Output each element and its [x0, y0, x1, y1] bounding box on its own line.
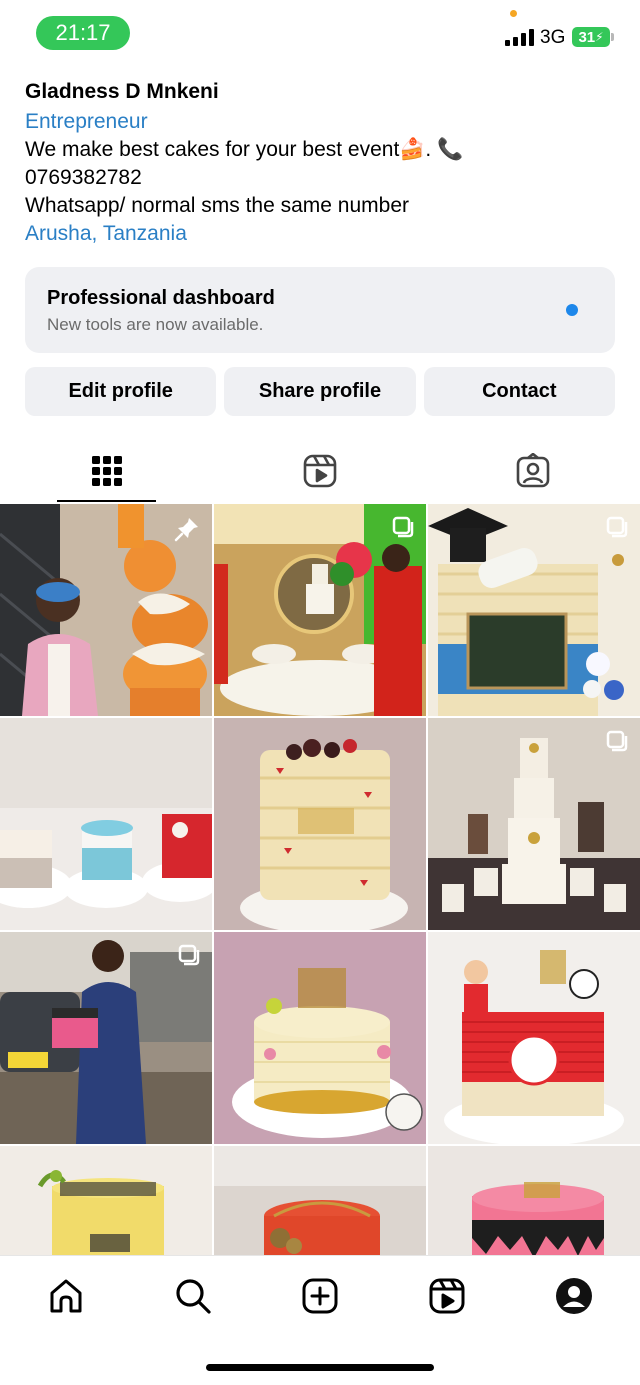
share-profile-button[interactable]: Share profile	[224, 367, 416, 416]
post-tile[interactable]	[428, 504, 640, 716]
grid-icon	[91, 456, 122, 486]
carousel-icon	[606, 730, 628, 757]
search-icon	[176, 1279, 211, 1314]
privacy-indicator-dot	[510, 10, 517, 17]
post-tile[interactable]	[0, 504, 212, 716]
post-happy-birthday-sheila-cake	[214, 718, 426, 930]
tab-reels[interactable]	[213, 440, 426, 502]
home-indicator	[206, 1364, 434, 1371]
bio-line: Whatsapp/ normal sms the same number	[25, 194, 409, 217]
phone-number[interactable]: 0769382782	[25, 164, 615, 192]
profile-actions: Edit profile Share profile Contact	[25, 367, 615, 416]
post-tile[interactable]	[214, 932, 426, 1144]
nav-search[interactable]	[171, 1274, 215, 1318]
post-kendrah-birthday-cake	[214, 932, 426, 1144]
create-icon	[302, 1278, 338, 1314]
post-three-small-cakes	[0, 718, 212, 930]
post-tile[interactable]	[0, 718, 212, 930]
dashboard-title: Professional dashboard	[47, 287, 275, 309]
professional-dashboard[interactable]: Professional dashboard New tools are now…	[25, 267, 615, 353]
battery-level: 31	[578, 28, 596, 46]
tab-tagged[interactable]	[426, 440, 639, 502]
profile-bio: Gladness D Mnkeni Entrepreneur We make b…	[25, 78, 615, 248]
bio-line: We make best cakes for your best event🍰.…	[25, 138, 464, 161]
pin-icon	[174, 516, 200, 547]
battery-icon: 31 ⚡	[572, 27, 610, 47]
nav-reels[interactable]	[425, 1274, 469, 1318]
carousel-icon	[392, 516, 414, 543]
profile-location[interactable]: Arusha, Tanzania	[25, 220, 615, 248]
post-simba-junior-cake	[428, 932, 640, 1144]
home-icon	[50, 1279, 82, 1313]
post-tile[interactable]	[428, 932, 640, 1144]
carousel-icon	[178, 944, 200, 971]
nav-create[interactable]	[298, 1274, 342, 1318]
status-time: 21:17	[36, 16, 130, 50]
signal-strength-icon	[505, 29, 534, 46]
new-indicator-dot	[566, 304, 578, 316]
post-tile[interactable]	[428, 718, 640, 930]
reels-icon	[303, 454, 336, 488]
post-tile[interactable]	[0, 932, 212, 1144]
status-bar: 21:17 3G 31 ⚡	[0, 0, 640, 64]
post-tile[interactable]	[214, 504, 426, 716]
edit-profile-button[interactable]: Edit profile	[25, 367, 217, 416]
tab-posts-grid[interactable]	[0, 440, 213, 502]
nav-profile[interactable]	[552, 1274, 596, 1318]
carousel-icon	[606, 516, 628, 543]
dashboard-subtitle: New tools are now available.	[47, 315, 264, 334]
profile-tabs	[0, 440, 640, 502]
profile-icon	[556, 1278, 592, 1314]
contact-button[interactable]: Contact	[423, 367, 615, 416]
nav-home[interactable]	[44, 1274, 88, 1318]
profile-category[interactable]: Entrepreneur	[25, 108, 615, 136]
post-tile[interactable]	[214, 718, 426, 930]
reels-icon	[429, 1278, 465, 1314]
tagged-icon	[516, 453, 549, 488]
profile-name: Gladness D Mnkeni	[25, 80, 219, 103]
posts-grid	[0, 504, 640, 1358]
battery-cap	[611, 33, 614, 41]
network-type: 3G	[540, 27, 566, 48]
